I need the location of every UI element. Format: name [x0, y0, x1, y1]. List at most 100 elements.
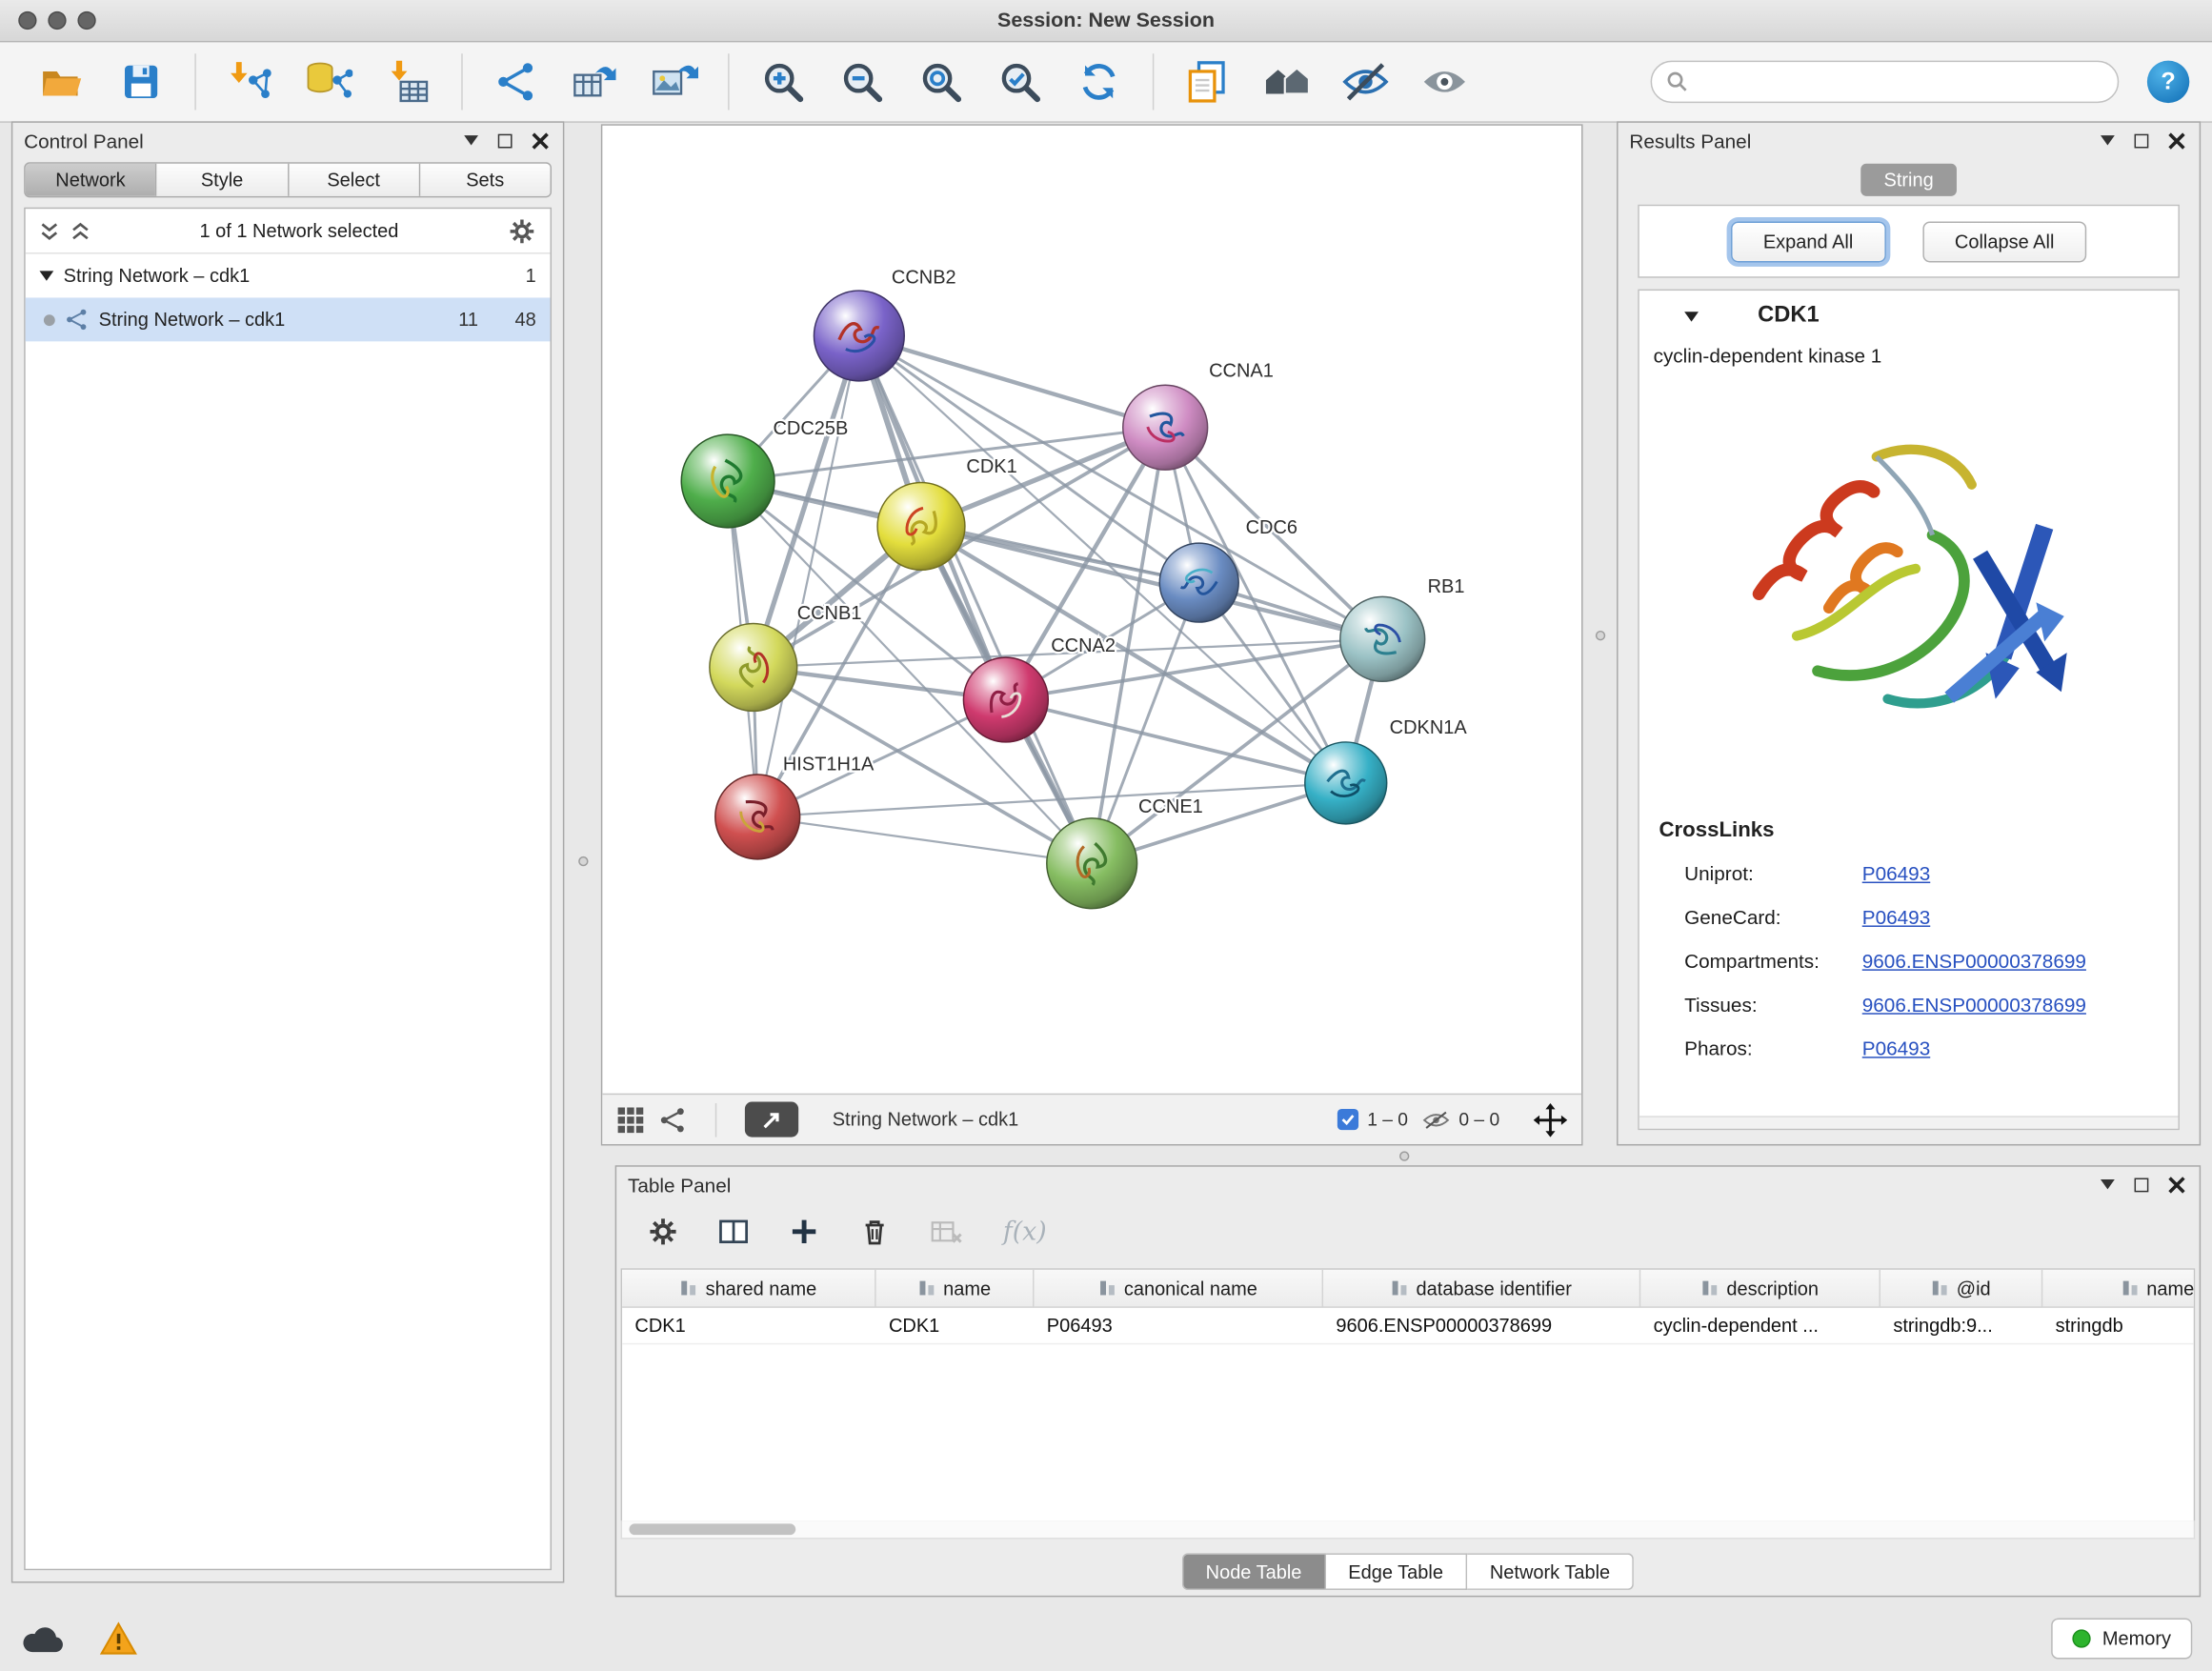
cloud-icon[interactable]	[20, 1621, 68, 1656]
cell-id[interactable]: stringdb:9...	[1880, 1308, 2042, 1343]
network-node-ccne1[interactable]	[1047, 818, 1137, 909]
network-edge[interactable]	[757, 335, 859, 816]
column-header[interactable]: namespace	[2042, 1270, 2195, 1307]
disclosure-triangle-icon[interactable]	[1684, 312, 1699, 321]
column-header[interactable]: canonical name	[1034, 1270, 1323, 1307]
network-node-ccna1[interactable]	[1123, 385, 1208, 470]
cell-description[interactable]: cyclin-dependent ...	[1640, 1308, 1880, 1343]
table-row[interactable]: CDK1 CDK1 P06493 9606.ENSP00000378699 cy…	[622, 1308, 2194, 1345]
crosslink-link[interactable]: 9606.ENSP00000378699	[1862, 949, 2086, 972]
crosslink-link[interactable]: P06493	[1862, 905, 1930, 928]
tab-style[interactable]: Style	[157, 164, 289, 196]
zoom-out-button[interactable]	[830, 50, 895, 114]
collapse-panel-icon[interactable]	[2101, 135, 2115, 145]
show-button[interactable]	[1412, 50, 1477, 114]
gear-icon[interactable]	[508, 216, 536, 245]
close-panel-icon[interactable]	[2168, 131, 2185, 149]
help-button[interactable]: ?	[2147, 61, 2189, 103]
collapse-panel-icon[interactable]	[464, 135, 478, 145]
network-node-rb1[interactable]	[1340, 596, 1425, 681]
collapse-all-button[interactable]: Collapse All	[1922, 221, 2087, 262]
cell-name[interactable]: CDK1	[876, 1308, 1035, 1343]
collapse-all-chevrons-icon[interactable]	[39, 221, 59, 241]
column-header[interactable]: database identifier	[1323, 1270, 1640, 1307]
maximize-panel-icon[interactable]	[2135, 1178, 2149, 1192]
network-edge[interactable]	[757, 816, 1092, 863]
maximize-panel-icon[interactable]	[498, 133, 513, 148]
cell-namespace[interactable]: stringdb	[2042, 1308, 2195, 1343]
zoom-selected-button[interactable]	[988, 50, 1053, 114]
import-network-from-file-button[interactable]	[217, 50, 282, 114]
card-horizontal-scrollbar[interactable]	[1639, 1116, 2179, 1128]
disclosure-triangle-icon[interactable]	[39, 271, 53, 280]
network-edge[interactable]	[921, 526, 1382, 638]
tab-network[interactable]: Network	[26, 164, 157, 196]
scrollbar-thumb[interactable]	[629, 1523, 795, 1535]
refresh-layout-button[interactable]	[1067, 50, 1132, 114]
zoom-fit-button[interactable]	[909, 50, 974, 114]
splitter-grip[interactable]	[1596, 631, 1605, 640]
tab-string[interactable]: String	[1861, 164, 1957, 196]
close-panel-icon[interactable]	[2168, 1176, 2185, 1193]
expand-all-chevrons-icon[interactable]	[70, 221, 90, 241]
tab-node-table[interactable]: Node Table	[1181, 1553, 1325, 1590]
memory-button[interactable]: Memory	[2052, 1619, 2193, 1660]
import-table-from-file-button[interactable]	[375, 50, 440, 114]
tab-edge-table[interactable]: Edge Table	[1326, 1553, 1468, 1590]
warning-icon[interactable]	[99, 1621, 138, 1658]
column-header[interactable]: description	[1640, 1270, 1880, 1307]
cell-database-identifier[interactable]: 9606.ENSP00000378699	[1323, 1308, 1640, 1343]
hidden-eye-slash-icon[interactable]	[1422, 1110, 1451, 1130]
search-box[interactable]	[1651, 61, 2120, 103]
network-row-selected[interactable]: String Network – cdk1 11 48	[26, 297, 551, 341]
cell-canonical-name[interactable]: P06493	[1034, 1308, 1323, 1343]
network-edge[interactable]	[859, 335, 1165, 427]
crosslink-link[interactable]: 9606.ENSP00000378699	[1862, 993, 2086, 1016]
zoom-in-button[interactable]	[751, 50, 815, 114]
network-node-cdc6[interactable]	[1159, 543, 1238, 622]
pan-crosshair-icon[interactable]	[1534, 1102, 1568, 1137]
tab-sets[interactable]: Sets	[420, 164, 551, 196]
save-session-button[interactable]	[109, 50, 173, 114]
splitter-grip[interactable]	[1399, 1151, 1409, 1160]
search-input[interactable]	[1697, 71, 2102, 92]
tab-select[interactable]: Select	[289, 164, 420, 196]
table-settings-gear-icon[interactable]	[648, 1217, 679, 1248]
network-node-ccnb2[interactable]	[814, 291, 904, 381]
export-image-button[interactable]	[642, 50, 707, 114]
clone-network-button[interactable]	[1176, 50, 1240, 114]
show-columns-icon[interactable]	[718, 1217, 750, 1248]
table-horizontal-scrollbar[interactable]	[621, 1520, 2196, 1539]
delete-column-icon[interactable]	[859, 1217, 891, 1248]
birds-eye-view-icon[interactable]	[659, 1105, 688, 1134]
crosslink-link[interactable]: P06493	[1862, 1037, 1930, 1059]
expand-all-button[interactable]: Expand All	[1731, 221, 1886, 262]
column-header[interactable]: @id	[1880, 1270, 2042, 1307]
network-node-ccnb1[interactable]	[710, 624, 797, 712]
tab-network-table[interactable]: Network Table	[1467, 1553, 1634, 1590]
cell-shared-name[interactable]: CDK1	[622, 1308, 876, 1343]
splitter-grip[interactable]	[578, 856, 588, 866]
new-network-button[interactable]	[484, 50, 549, 114]
open-session-button[interactable]	[30, 50, 94, 114]
network-node-cdc25b[interactable]	[681, 434, 774, 528]
collapse-panel-icon[interactable]	[2101, 1179, 2115, 1189]
import-network-from-database-button[interactable]	[296, 50, 361, 114]
grid-view-icon[interactable]	[616, 1105, 645, 1134]
export-network-button[interactable]	[563, 50, 628, 114]
network-node-cdk1[interactable]	[877, 482, 965, 570]
network-collection-row[interactable]: String Network – cdk1 1	[26, 254, 551, 298]
home-button[interactable]	[1254, 50, 1318, 114]
network-node-ccna2[interactable]	[963, 657, 1048, 742]
network-node-hist1h1a[interactable]	[715, 775, 800, 859]
close-panel-icon[interactable]	[532, 131, 549, 149]
hide-unhide-button[interactable]	[1333, 50, 1398, 114]
open-in-window-button[interactable]	[745, 1102, 798, 1137]
protein-card-header[interactable]: CDK1	[1639, 291, 2179, 341]
add-column-icon[interactable]	[789, 1217, 820, 1248]
network-edge[interactable]	[859, 335, 1092, 863]
crosslink-link[interactable]: P06493	[1862, 861, 1930, 884]
maximize-panel-icon[interactable]	[2135, 133, 2149, 148]
selected-checkbox-icon[interactable]	[1337, 1109, 1358, 1130]
column-header[interactable]: name	[876, 1270, 1035, 1307]
